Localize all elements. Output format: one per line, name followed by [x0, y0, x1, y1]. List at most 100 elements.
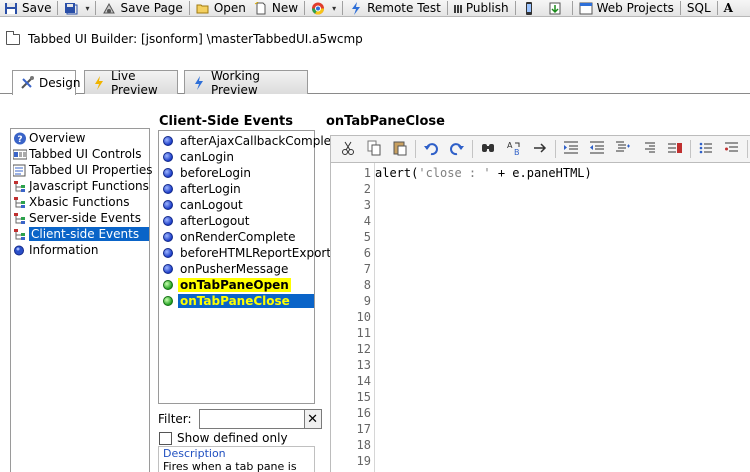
list-item[interactable]: beforeLogin	[163, 165, 253, 181]
replace-button[interactable]: AB	[501, 139, 527, 159]
sql-button[interactable]: SQL	[683, 0, 715, 16]
find-icon	[480, 140, 496, 159]
chevron-down-icon: ▾	[332, 3, 337, 13]
tab-design[interactable]: Design	[12, 70, 80, 95]
list-item[interactable]: canLogin	[163, 149, 236, 165]
undo-button[interactable]	[418, 139, 444, 159]
line-number: 4	[363, 214, 371, 228]
save-all-button[interactable]: ▾	[60, 0, 93, 16]
remote-test-button[interactable]: Remote Test	[345, 0, 445, 16]
sidebar-item-xbasic-functions[interactable]: Xbasic Functions	[13, 194, 129, 210]
list-item[interactable]: onRenderComplete	[163, 229, 298, 245]
sidebar-item-javascript-functions[interactable]: Javascript Functions	[13, 178, 149, 194]
copy-icon	[366, 140, 382, 159]
align-right-button[interactable]	[636, 139, 662, 159]
redo-button[interactable]	[444, 139, 470, 159]
sidebar-item-overview[interactable]: ? Overview	[13, 130, 86, 146]
goto-button[interactable]	[527, 139, 553, 159]
list-item[interactable]: canLogout	[163, 197, 245, 213]
cut-icon	[340, 140, 356, 159]
sidebar-item-label: Javascript Functions	[29, 179, 149, 193]
clear-filter-button[interactable]: ✕	[304, 409, 322, 429]
open-button[interactable]: Open	[192, 0, 250, 16]
browser-button[interactable]: ▾	[307, 0, 340, 16]
save-page-icon	[102, 2, 116, 15]
tree-icon	[13, 196, 27, 208]
properties-icon	[12, 164, 27, 177]
editor-title: onTabPaneClose	[326, 114, 445, 129]
web-projects-button[interactable]: Web Projects	[575, 0, 678, 16]
show-defined-only-checkbox[interactable]	[159, 431, 172, 445]
indent-icon	[563, 140, 579, 159]
line-number: 10	[356, 310, 371, 324]
lightning-icon	[349, 1, 363, 15]
sidebar-item-information[interactable]: Information	[13, 242, 98, 258]
paste-icon	[392, 140, 408, 159]
save-button[interactable]: Save	[0, 0, 55, 16]
indent-button[interactable]	[558, 139, 584, 159]
web-projects-button-label: Web Projects	[596, 1, 674, 15]
export-button[interactable]	[544, 0, 570, 16]
list-button[interactable]	[693, 139, 719, 159]
wrap-icon	[667, 140, 683, 159]
tab-live-preview-label: Live Preview	[111, 68, 158, 97]
defined-event-icon	[163, 280, 173, 290]
event-label: beforeLogin	[180, 166, 251, 180]
list-item[interactable]: afterAjaxCallbackComplete	[163, 133, 345, 149]
wrap-button[interactable]	[662, 139, 688, 159]
event-label: beforeHTMLReportExport	[180, 246, 332, 260]
sidebar-item-tabbed-ui-properties[interactable]: Tabbed UI Properties	[12, 162, 153, 178]
new-button-label: New	[271, 1, 299, 15]
line-number: 14	[356, 374, 371, 388]
controls-icon	[12, 148, 28, 160]
svg-text:B: B	[514, 148, 520, 156]
sidebar-item-client-side-events[interactable]: Client-side Events	[13, 226, 149, 242]
font-button[interactable]: A	[720, 0, 737, 16]
tab-live-preview[interactable]: Live Preview	[84, 68, 178, 97]
list-item[interactable]: afterLogout	[163, 213, 251, 229]
builder-tabs: Design Live Preview Working Preview	[0, 68, 750, 97]
list-item[interactable]: beforeHTMLReportExport	[163, 245, 333, 261]
line-number: 11	[356, 326, 371, 340]
tab-working-preview[interactable]: Working Preview	[184, 69, 308, 97]
new-document-icon	[254, 1, 268, 15]
event-label: canLogout	[180, 198, 243, 212]
outdent-button[interactable]	[584, 139, 610, 159]
format-button[interactable]	[610, 139, 636, 159]
list-item-selected[interactable]: onTabPaneClose	[163, 293, 314, 309]
code-line[interactable]: alert('close : ' + e.paneHTML)	[375, 166, 592, 180]
line-number: 17	[356, 422, 371, 436]
sidebar-item-label: Xbasic Functions	[29, 195, 130, 209]
code-editor[interactable]: 1 2 3 4 5 6 7 8 9 10 11 12 13 14 15 16 1…	[330, 163, 750, 472]
cut-button[interactable]	[335, 139, 361, 159]
event-label: onRenderComplete	[180, 230, 296, 244]
list-indent-button[interactable]	[719, 139, 745, 159]
sidebar-item-label: Tabbed UI Properties	[29, 163, 153, 177]
filter-input[interactable]	[198, 409, 305, 429]
line-number: 9	[363, 294, 371, 308]
list-item-highlighted[interactable]: onTabPaneOpen	[163, 277, 291, 293]
event-label: canLogin	[180, 150, 234, 164]
format-icon	[615, 140, 631, 159]
undefined-event-icon	[163, 136, 173, 146]
list-item[interactable]: onPusherMessage	[163, 261, 290, 277]
undefined-event-icon	[163, 184, 173, 194]
sidebar-item-server-side-events[interactable]: Server-side Events	[13, 210, 141, 226]
find-button[interactable]	[475, 139, 501, 159]
save-page-button[interactable]: Save Page	[98, 0, 186, 16]
new-button[interactable]: New	[250, 0, 302, 16]
publish-button[interactable]: Publish	[450, 0, 513, 16]
chevron-down-icon: ▾	[85, 3, 90, 13]
floppy-disk-icon	[4, 2, 18, 15]
list-item[interactable]: afterLogin	[163, 181, 243, 197]
sidebar-item-tabbed-ui-controls[interactable]: Tabbed UI Controls	[12, 146, 142, 162]
toolbar-separator	[716, 1, 718, 15]
list-icon	[698, 140, 714, 159]
phone-icon	[522, 1, 536, 15]
toolbar-separator	[472, 140, 473, 158]
copy-button[interactable]	[361, 139, 387, 159]
phone-button[interactable]	[518, 0, 544, 16]
line-number: 8	[363, 278, 371, 292]
paste-button[interactable]	[387, 139, 413, 159]
event-label: afterAjaxCallbackComplete	[180, 134, 344, 148]
